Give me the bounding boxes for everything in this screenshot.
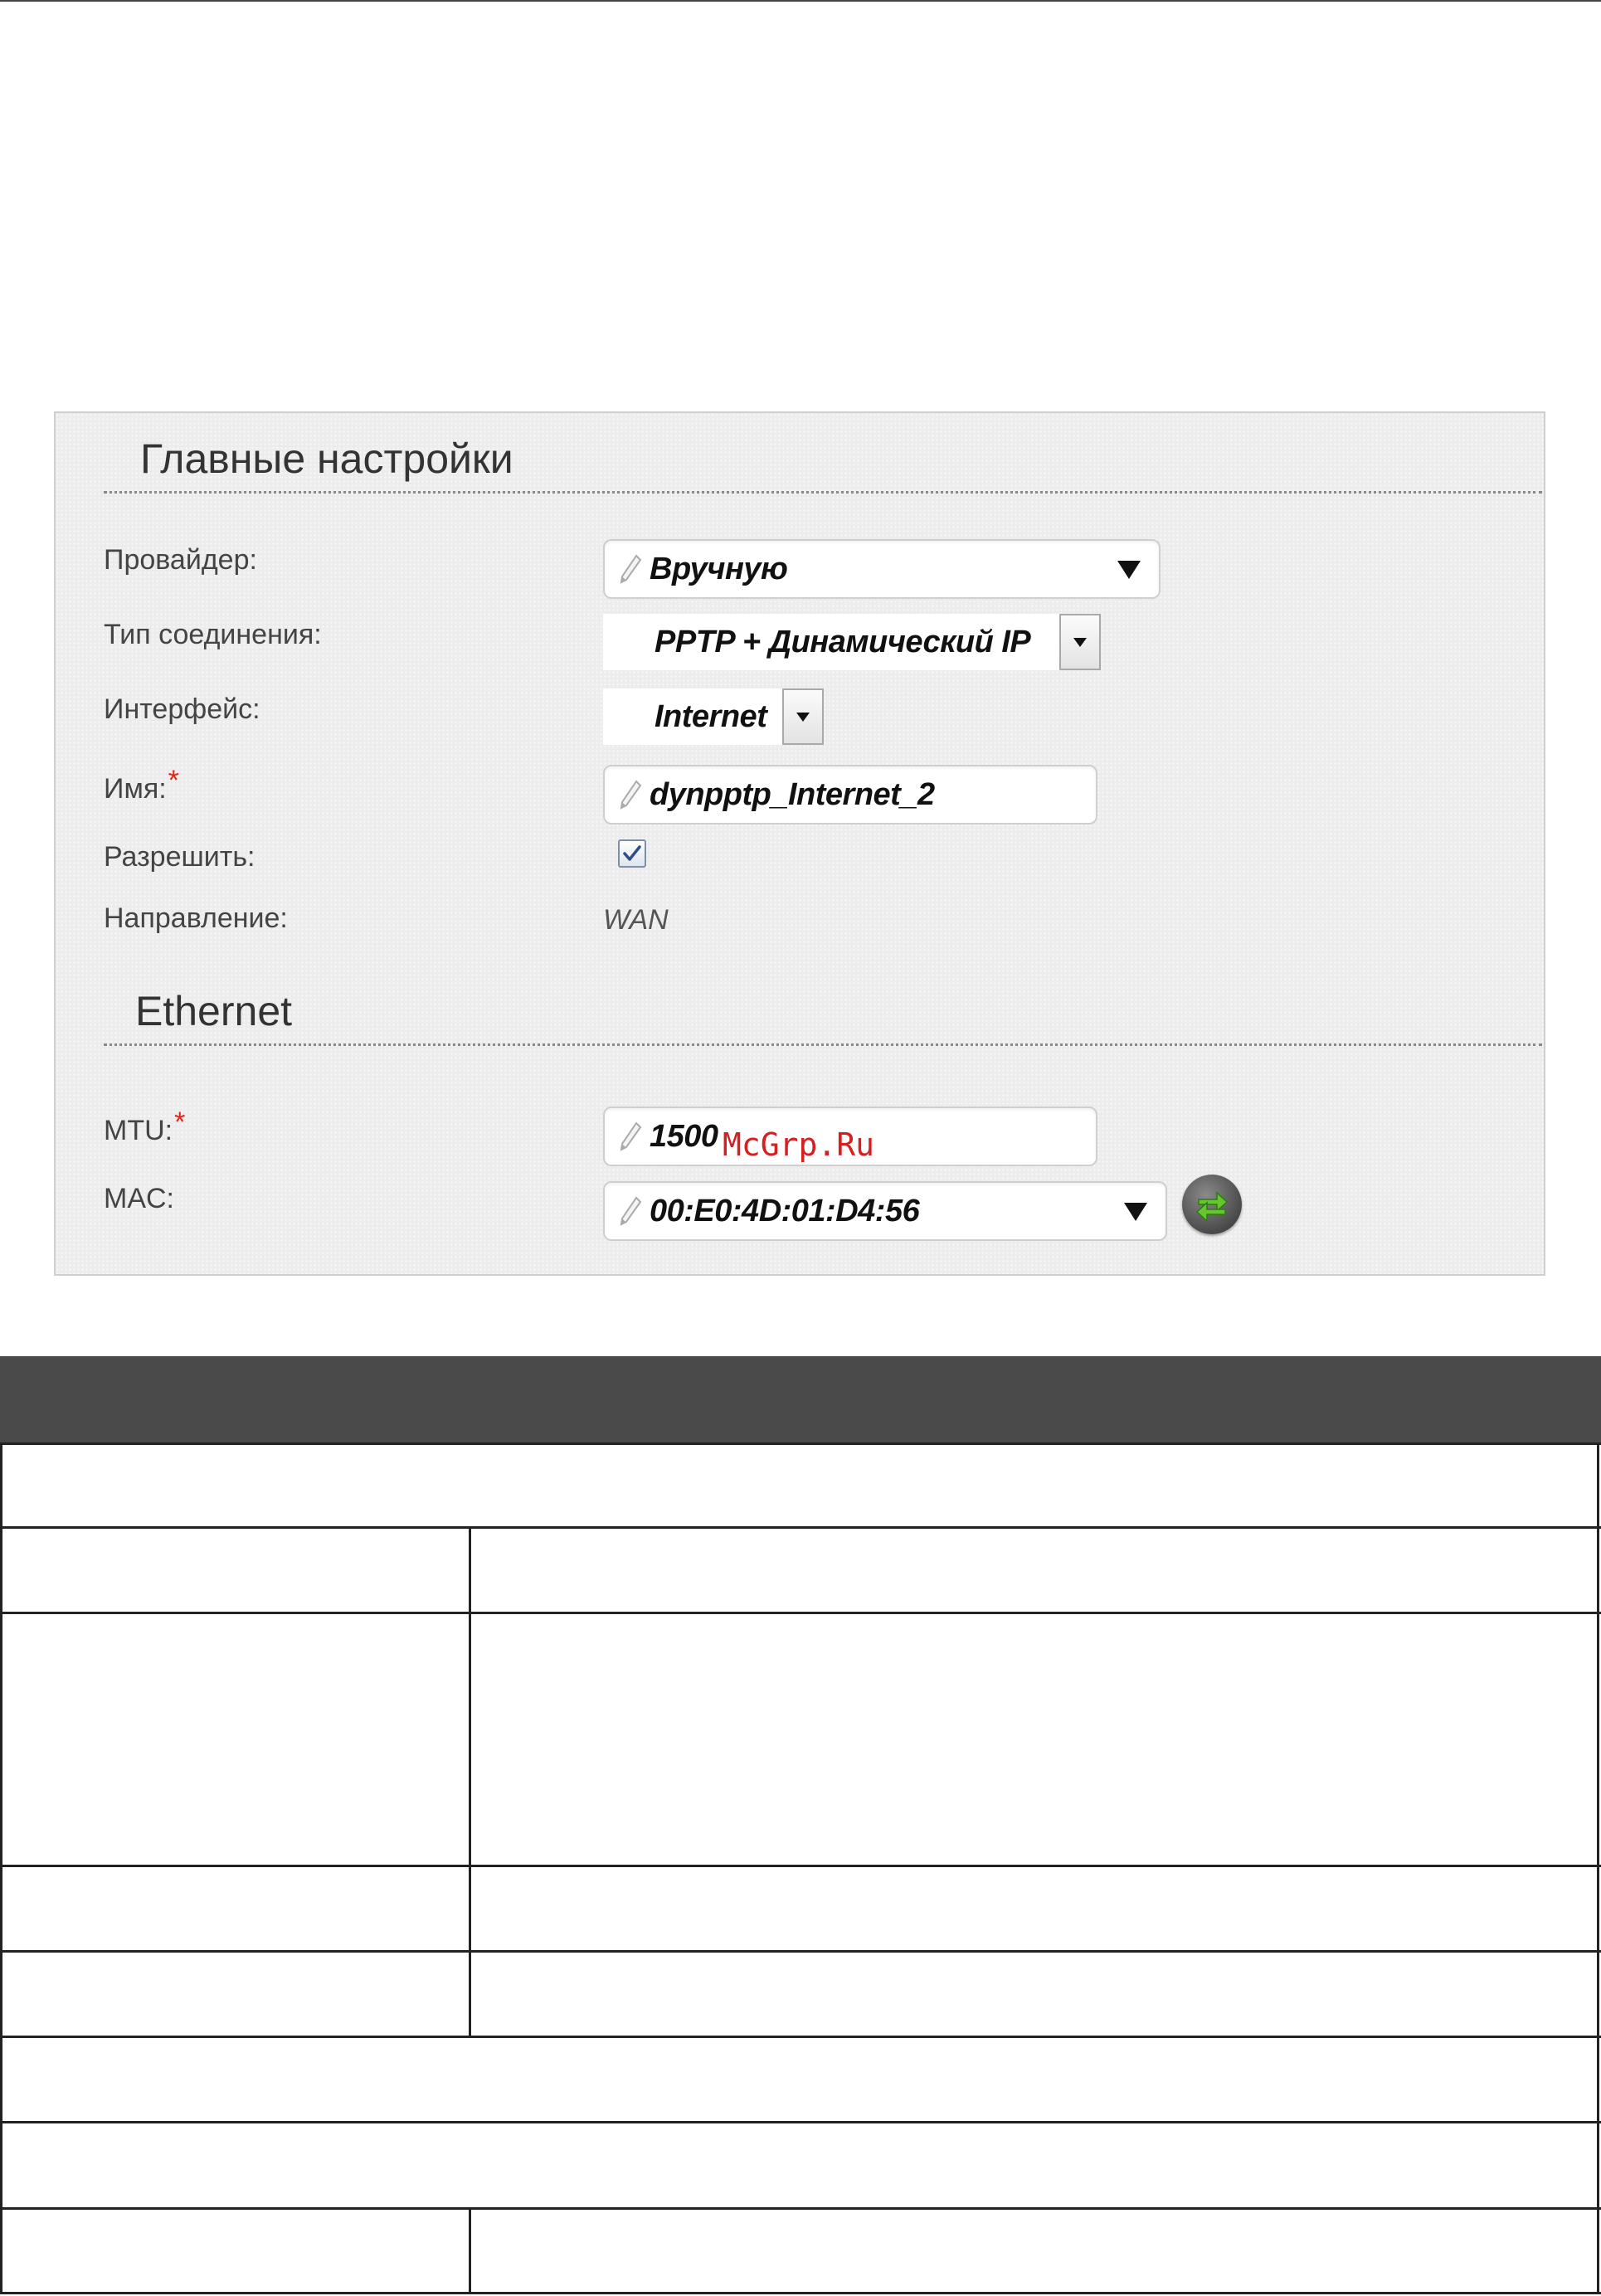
mac-select[interactable]: 00:E0:4D:01:D4:56 (603, 1181, 1167, 1241)
pencil-icon (620, 554, 642, 584)
main-settings-separator (104, 491, 1542, 494)
enable-checkbox[interactable] (618, 839, 646, 868)
table-row-border (0, 1865, 1601, 1867)
direction-value: WAN (603, 904, 669, 936)
table-left-border (0, 1442, 2, 2294)
chevron-down-icon[interactable] (782, 688, 824, 745)
connection-type-label: Тип соединения: (104, 619, 322, 650)
mtu-value: 1500 (650, 1118, 718, 1154)
enable-label: Разрешить: (104, 841, 255, 873)
provider-value: Вручную (650, 551, 788, 586)
interface-select[interactable]: Internet (603, 688, 824, 745)
required-mark: * (168, 765, 179, 796)
ethernet-title: Ethernet (135, 988, 293, 1034)
name-label-text: Имя: (104, 773, 167, 805)
table-row-border (0, 2036, 1601, 2038)
dropdown-arrow-icon (1124, 1203, 1147, 1221)
top-rule (0, 0, 1601, 2)
required-mark: * (174, 1107, 186, 1138)
main-settings-title: Главные настройки (140, 435, 513, 482)
pencil-icon (620, 780, 642, 810)
pencil-icon (620, 1121, 642, 1151)
mac-value: 00:E0:4D:01:D4:56 (650, 1193, 920, 1228)
connection-type-value: PPTP + Динамический IP (655, 624, 1031, 659)
table-row-border (0, 1950, 1601, 1953)
table-right-border (1597, 1442, 1599, 2294)
settings-panel: Главные настройки Провайдер: Вручную Тип… (54, 411, 1545, 1276)
watermark: McGrp.Ru (723, 1126, 875, 1163)
mtu-label: MTU:* (104, 1107, 185, 1147)
table-row-border (0, 1442, 1601, 1445)
table-row-border (0, 2121, 1601, 2123)
mac-label: MAC: (104, 1183, 174, 1214)
dropdown-arrow-icon (1117, 561, 1141, 579)
connection-type-select[interactable]: PPTP + Динамический IP (603, 614, 1101, 670)
interface-value: Internet (655, 698, 767, 734)
mtu-label-text: MTU: (104, 1115, 173, 1146)
table-row-border (0, 2292, 1601, 2294)
pencil-icon (620, 1196, 642, 1226)
table-row-border (0, 1612, 1601, 1614)
name-label: Имя:* (104, 765, 179, 805)
table-column-divider (469, 2207, 471, 2294)
direction-label: Направление: (104, 902, 288, 934)
table-row-border (0, 1526, 1601, 1529)
refresh-arrows-icon (1195, 1191, 1229, 1223)
table-column-divider (469, 1526, 471, 2036)
checkmark-icon (623, 845, 641, 861)
table-header (0, 1356, 1601, 1442)
name-input[interactable]: dynpptp_Internet_2 (603, 765, 1097, 825)
ethernet-separator (104, 1043, 1542, 1046)
provider-label: Провайдер: (104, 544, 257, 576)
provider-select[interactable]: Вручную (603, 539, 1161, 599)
name-value: dynpptp_Internet_2 (650, 776, 935, 812)
table-row-border (0, 2207, 1601, 2210)
refresh-mac-button[interactable] (1182, 1175, 1242, 1234)
interface-label: Интерфейс: (104, 693, 260, 725)
chevron-down-icon[interactable] (1059, 614, 1101, 670)
